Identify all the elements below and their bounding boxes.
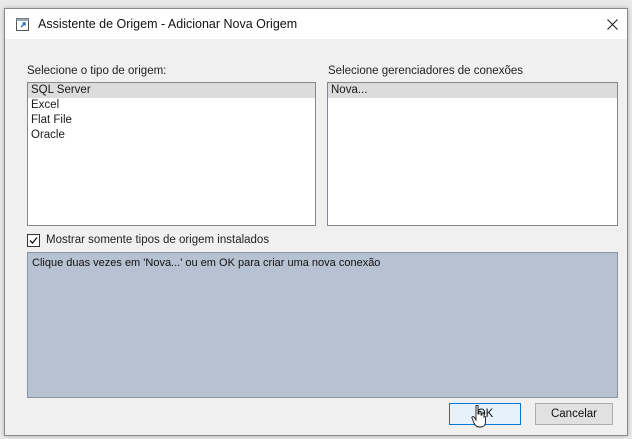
list-item-nova[interactable]: Nova... [328, 83, 617, 98]
source-type-label: Selecione o tipo de origem: [27, 65, 167, 77]
info-message: Clique duas vezes em 'Nova...' ou em OK … [32, 257, 381, 269]
source-assistant-dialog: Assistente de Origem - Adicionar Nova Or… [4, 8, 628, 436]
title-bar: Assistente de Origem - Adicionar Nova Or… [5, 9, 627, 39]
cancel-button[interactable]: Cancelar [535, 403, 613, 425]
connection-managers-label: Selecione gerenciadores de conexões [328, 65, 523, 77]
source-type-list[interactable]: SQL Server Excel Flat File Oracle [27, 82, 316, 226]
cancel-button-label: Cancelar [550, 408, 598, 420]
close-button[interactable] [597, 9, 627, 39]
show-installed-label: Mostrar somente tipos de origem instalad… [46, 234, 270, 246]
list-item-excel[interactable]: Excel [28, 98, 315, 113]
list-item-flat-file[interactable]: Flat File [28, 113, 315, 128]
ok-button[interactable]: OK [449, 403, 521, 425]
list-item-oracle[interactable]: Oracle [28, 128, 315, 143]
close-icon [606, 18, 618, 30]
list-item-sql-server[interactable]: SQL Server [28, 83, 315, 98]
info-message-box: Clique duas vezes em 'Nova...' ou em OK … [27, 252, 618, 398]
source-assistant-icon [16, 18, 29, 31]
checkmark-icon [29, 237, 38, 244]
ok-button-label: OK [476, 408, 494, 420]
connection-managers-list[interactable]: Nova... [327, 82, 618, 226]
dialog-title: Assistente de Origem - Adicionar Nova Or… [38, 17, 298, 31]
show-installed-checkbox[interactable] [27, 234, 40, 247]
